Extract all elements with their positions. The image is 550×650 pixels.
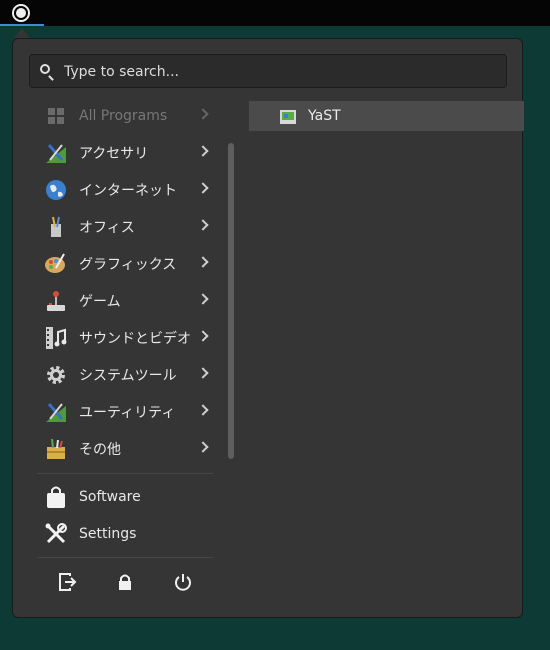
category-utilities[interactable]: ユーティリティ — [37, 393, 213, 430]
category-scrollbar[interactable] — [228, 143, 234, 459]
favorite-software[interactable]: Software — [37, 478, 213, 515]
favorite-label: Software — [79, 488, 141, 505]
divider — [37, 473, 213, 474]
category-label: ゲーム — [79, 293, 121, 310]
chevron-right-icon — [197, 182, 209, 194]
category-office[interactable]: オフィス — [37, 208, 213, 245]
chevron-right-icon — [197, 219, 209, 231]
yast-icon — [280, 109, 296, 124]
app-item-yast[interactable]: YaST — [249, 101, 524, 131]
utilities-icon — [44, 400, 68, 424]
category-label: サウンドとビデオ — [79, 330, 191, 347]
divider — [37, 557, 213, 558]
other-icon — [44, 437, 68, 461]
chevron-right-icon — [197, 145, 209, 157]
lock-screen-button[interactable] — [114, 571, 136, 593]
power-button[interactable] — [172, 571, 194, 593]
category-all-programs[interactable]: All Programs — [37, 97, 213, 134]
power-icon — [175, 574, 191, 591]
menu-pointer — [14, 28, 30, 38]
chevron-right-icon — [197, 404, 209, 416]
app-menu-button[interactable] — [0, 0, 44, 26]
accessories-icon — [44, 141, 68, 165]
grid-icon — [44, 104, 68, 128]
favorite-settings[interactable]: Settings — [37, 515, 213, 552]
chevron-right-icon — [197, 441, 209, 453]
category-label: グラフィックス — [79, 256, 177, 273]
app-label: YaST — [308, 108, 341, 124]
category-label: インターネット — [79, 182, 177, 199]
distro-logo-icon — [12, 4, 30, 22]
chevron-right-icon — [197, 293, 209, 305]
category-label: アクセサリ — [79, 145, 149, 162]
chevron-right-icon — [197, 367, 209, 379]
category-label: ユーティリティ — [79, 404, 176, 421]
category-internet[interactable]: インターネット — [37, 171, 213, 208]
category-label: オフィス — [79, 219, 135, 236]
film-music-icon — [44, 326, 68, 350]
category-other[interactable]: その他 — [37, 430, 213, 467]
category-list: All Programs アクセサリ インターネット オフィス グラフィックス … — [37, 97, 213, 465]
gear-icon — [44, 363, 68, 387]
app-list: YaST — [249, 101, 524, 131]
category-label: All Programs — [79, 107, 168, 124]
lock-icon — [119, 574, 131, 590]
globe-icon — [44, 178, 68, 202]
category-label: その他 — [79, 441, 121, 458]
category-label: システムツール — [79, 367, 177, 384]
category-accessories[interactable]: アクセサリ — [37, 134, 213, 171]
category-system-tools[interactable]: システムツール — [37, 356, 213, 393]
category-games[interactable]: ゲーム — [37, 282, 213, 319]
category-sound-video[interactable]: サウンドとビデオ — [37, 319, 213, 356]
application-menu: All Programs アクセサリ インターネット オフィス — [12, 38, 524, 618]
logout-button[interactable] — [56, 571, 78, 593]
office-icon — [44, 215, 68, 239]
chevron-right-icon — [197, 108, 209, 120]
chevron-right-icon — [197, 330, 209, 342]
shopping-bag-icon — [44, 485, 68, 509]
search-box[interactable] — [29, 54, 507, 89]
palette-icon — [44, 252, 68, 276]
favorite-label: Settings — [79, 525, 137, 542]
tools-icon — [44, 522, 68, 546]
logout-icon — [59, 573, 77, 591]
category-graphics[interactable]: グラフィックス — [37, 245, 213, 282]
search-input[interactable] — [62, 55, 496, 89]
search-icon — [40, 64, 50, 74]
chevron-right-icon — [197, 256, 209, 268]
joystick-icon — [44, 289, 68, 313]
top-panel — [0, 0, 550, 26]
